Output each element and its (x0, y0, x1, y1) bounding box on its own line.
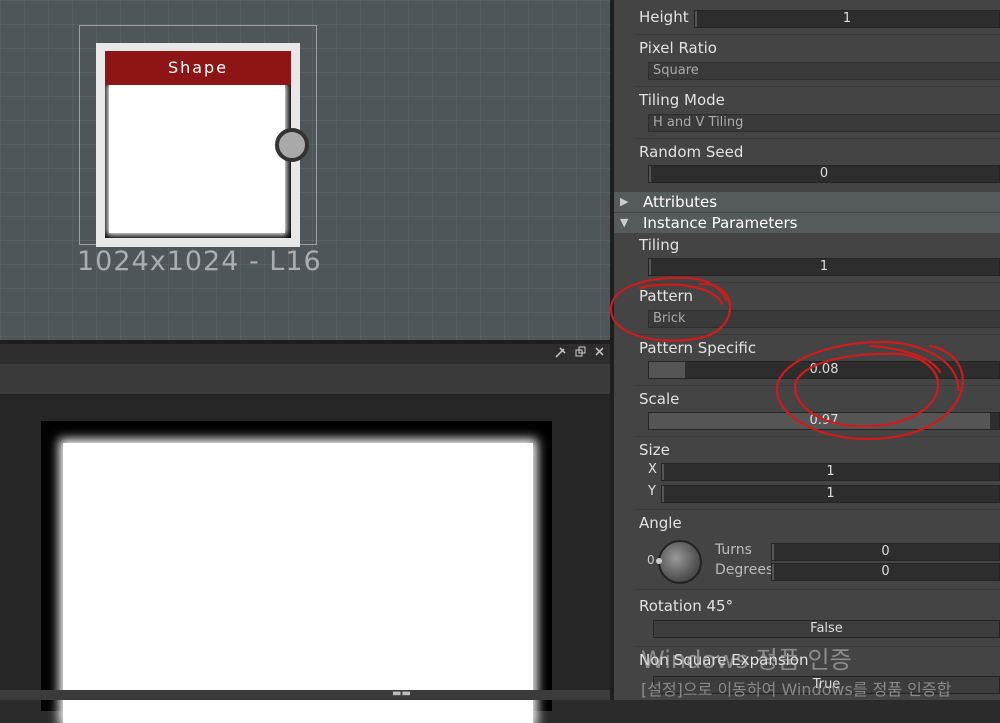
pattern-specific-label: Pattern Specific (639, 339, 757, 357)
output-port[interactable] (275, 128, 309, 162)
pattern-specific-slider[interactable]: 0.08 (648, 361, 1000, 379)
degrees-label: Degrees (715, 562, 774, 578)
texture-preview[interactable] (41, 421, 552, 723)
2d-view-toolbar (0, 364, 610, 395)
pattern-dropdown[interactable]: Brick (648, 310, 1000, 328)
scale-label: Scale (639, 390, 680, 408)
pattern-label: Pattern (639, 287, 693, 305)
pin-icon[interactable] (553, 346, 568, 361)
angle-dial-value: 0 (647, 553, 655, 567)
size-y-slider[interactable]: 1 (661, 485, 1000, 503)
graph-view[interactable]: Shape 1024x1024 - L16 (0, 0, 610, 340)
properties-panel: Height 1 Pixel Ratio Square Tiling Mode … (614, 0, 1000, 700)
attributes-section-title: Attributes (643, 193, 718, 211)
grip-icon: ▬▬ (392, 688, 411, 699)
angle-label: Angle (639, 514, 682, 532)
tiling-mode-dropdown[interactable]: H and V Tiling (648, 114, 1000, 132)
pixel-ratio-label: Pixel Ratio (639, 39, 717, 57)
angle-dial[interactable] (658, 540, 702, 584)
size-x-label: X (648, 462, 657, 477)
node-thumbnail-image (109, 85, 285, 233)
random-seed-slider[interactable]: 0 (648, 165, 1000, 183)
size-x-slider[interactable]: 1 (661, 463, 1000, 481)
height-slider[interactable]: 1 (694, 10, 1000, 28)
close-icon[interactable] (592, 346, 607, 361)
tiling-slider[interactable]: 1 (648, 258, 1000, 276)
turns-label: Turns (715, 542, 752, 558)
angle-handle[interactable] (656, 558, 662, 564)
rotation-45-button[interactable]: False (653, 620, 1000, 638)
node-title: Shape (105, 51, 291, 85)
node-caption: 1024x1024 - L16 (77, 246, 322, 277)
tiling-label: Tiling (639, 236, 680, 254)
node-thumbnail (105, 85, 291, 238)
activation-watermark-title: Windows 정품 인증 (641, 646, 852, 674)
size-label: Size (639, 441, 670, 459)
horizontal-scrollbar[interactable]: ▬▬ (0, 688, 610, 700)
attributes-section[interactable]: ▶ Attributes (614, 192, 1000, 212)
pixel-ratio-dropdown[interactable]: Square (648, 62, 1000, 80)
restore-icon[interactable] (573, 346, 588, 361)
tiling-mode-label: Tiling Mode (639, 91, 725, 109)
size-y-label: Y (648, 484, 656, 499)
instance-parameters-section[interactable]: ▼ Instance Parameters (614, 213, 1000, 233)
scale-slider[interactable]: 0.97 (648, 412, 1000, 430)
degrees-slider[interactable]: 0 (771, 563, 1000, 581)
instance-parameters-section-title: Instance Parameters (643, 214, 798, 232)
activation-watermark-subtitle: [설정]으로 이동하여 Windows를 정품 인증합 (641, 680, 952, 699)
height-label: Height (639, 8, 689, 26)
random-seed-label: Random Seed (639, 143, 744, 161)
turns-slider[interactable]: 0 (771, 543, 1000, 561)
expand-arrow-icon: ▶ (620, 195, 629, 208)
2d-view[interactable]: ▬▬ (0, 344, 610, 723)
collapse-arrow-icon: ▼ (620, 216, 629, 229)
2d-view-titlebar (0, 344, 610, 364)
rotation-45-label: Rotation 45° (639, 597, 734, 615)
texture-preview-image (63, 443, 533, 723)
